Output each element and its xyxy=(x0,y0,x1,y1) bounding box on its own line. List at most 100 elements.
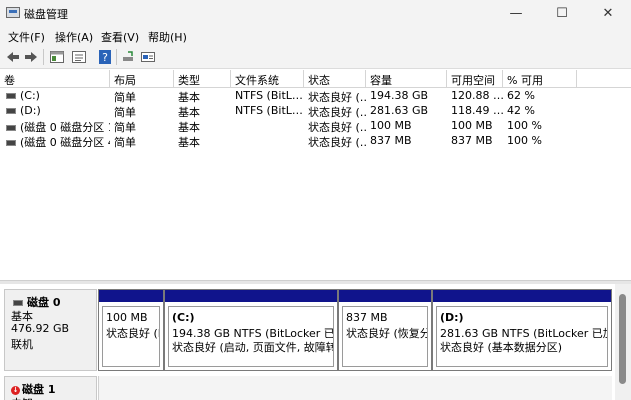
cell-status: 状态良好 (… xyxy=(308,136,366,148)
cell-capacity: 837 MB xyxy=(370,134,412,147)
cell-filesystem xyxy=(231,118,304,133)
partition-body: (C:) 194.38 GB NTFS (BitLocker 已加密) 状态良好… xyxy=(168,306,334,367)
partition-title: (C:) xyxy=(172,311,195,324)
forward-button[interactable] xyxy=(22,48,40,66)
minimize-button[interactable]: — xyxy=(493,0,539,26)
partition-bar xyxy=(339,290,431,302)
menu-file[interactable]: 文件(F) xyxy=(8,29,45,45)
cell-free-space: 120.88 … xyxy=(451,89,503,102)
partition-size: 100 MB xyxy=(106,311,148,324)
disk-0-name: 磁盘 0 xyxy=(11,294,96,309)
menu-view[interactable]: 查看(V) xyxy=(101,29,139,45)
cell-free-space: 118.49 … xyxy=(451,104,503,117)
partition-bar xyxy=(433,290,611,302)
partition-c[interactable]: (C:) 194.38 GB NTFS (BitLocker 已加密) 状态良好… xyxy=(164,289,338,371)
volume-icon xyxy=(6,92,16,99)
scrollbar-thumb[interactable] xyxy=(619,294,626,384)
cell-status: 状态良好 (… xyxy=(308,106,366,118)
disk-0-status: 联机 xyxy=(11,338,33,351)
help-icon: ? xyxy=(99,50,111,64)
table-row[interactable]: (D:) 简单 基本 NTFS (BitL… 状态良好 (… 281.63 GB… xyxy=(0,103,631,118)
cell-status: 状态良好 (… xyxy=(308,91,366,103)
partition-status: 状态良好 (基本数据分区) xyxy=(440,341,563,354)
cell-volume: (D:) xyxy=(0,103,110,118)
maximize-button[interactable]: ☐ xyxy=(539,0,585,26)
column-header-free-space[interactable]: 可用空间 xyxy=(447,70,503,88)
column-header-capacity[interactable]: 容量 xyxy=(366,70,447,88)
menu-bar: 文件(F) 操作(A) 查看(V) 帮助(H) xyxy=(0,26,631,45)
cell-volume: (磁盘 0 磁盘分区 1) xyxy=(0,118,110,133)
cell-status: 状态良好 (… xyxy=(308,121,366,133)
cell-layout: 简单 xyxy=(114,106,136,118)
properties-button[interactable] xyxy=(70,48,88,66)
disk-icon xyxy=(13,299,23,306)
table-row[interactable]: (磁盘 0 磁盘分区 1) 简单 基本 状态良好 (… 100 MB 100 M… xyxy=(0,118,631,133)
column-header-percent-free[interactable]: % 可用 xyxy=(503,70,577,88)
partition-status: 状态良好 (恢复分区 xyxy=(346,327,427,340)
arrow-right-icon xyxy=(25,52,37,62)
disk-0-partitions: 100 MB 状态良好 (E (C:) 194.38 GB NTFS (BitL… xyxy=(98,289,612,371)
volume-list: 卷 布局 类型 文件系统 状态 容量 可用空间 % 可用 (C:) 简单 基本 … xyxy=(0,70,631,280)
cell-layout: 简单 xyxy=(114,121,136,133)
cell-filesystem: NTFS (BitL… xyxy=(235,104,303,117)
cell-percent-free: 62 % xyxy=(507,89,535,102)
partition-bar xyxy=(165,290,337,302)
back-button[interactable] xyxy=(4,48,22,66)
cell-percent-free: 42 % xyxy=(507,104,535,117)
cell-layout: 简单 xyxy=(114,91,136,103)
toolbar-separator xyxy=(116,49,117,65)
partition-status: 状态良好 (E xyxy=(106,327,160,340)
cell-type: 基本 xyxy=(178,121,200,133)
column-header-status[interactable]: 状态 xyxy=(304,70,366,88)
cell-filesystem: NTFS (BitL… xyxy=(235,89,303,102)
cell-capacity: 194.38 GB xyxy=(370,89,429,102)
partition-efi[interactable]: 100 MB 状态良好 (E xyxy=(98,289,164,371)
disk-graphical-view: 磁盘 0 基本 476.92 GB 联机 100 MB 状态良好 (E (C:)… xyxy=(0,284,631,400)
partition-d[interactable]: (D:) 281.63 GB NTFS (BitLocker 已加密) 状态良好… xyxy=(432,289,612,371)
partition-recovery[interactable]: 837 MB 状态良好 (恢复分区 xyxy=(338,289,432,371)
partition-title: (D:) xyxy=(440,311,464,324)
partition-body: 100 MB 状态良好 (E xyxy=(102,306,160,367)
partition-size: 281.63 GB NTFS (BitLocker 已加密) xyxy=(440,327,607,340)
close-button[interactable]: ✕ xyxy=(585,0,631,26)
disk-0-size: 476.92 GB xyxy=(11,322,70,335)
connect-disk-button[interactable] xyxy=(120,48,138,66)
disk-0-type: 基本 xyxy=(11,310,33,323)
cell-type: 基本 xyxy=(178,91,200,103)
disk-management-icon xyxy=(6,7,20,18)
column-header-type[interactable]: 类型 xyxy=(174,70,231,88)
column-header-layout[interactable]: 布局 xyxy=(110,70,174,88)
console-tree-icon xyxy=(50,51,64,63)
settings-button[interactable] xyxy=(139,48,157,66)
table-row[interactable]: (磁盘 0 磁盘分区 4) 简单 基本 状态良好 (… 837 MB 837 M… xyxy=(0,133,631,148)
cell-free-space: 837 MB xyxy=(451,134,493,147)
partition-body: (D:) 281.63 GB NTFS (BitLocker 已加密) 状态良好… xyxy=(436,306,608,367)
volume-icon xyxy=(6,107,16,114)
toolbar: ? xyxy=(0,45,631,69)
menu-action[interactable]: 操作(A) xyxy=(55,29,93,45)
vertical-scrollbar[interactable] xyxy=(615,284,631,400)
title-bar: 磁盘管理 — ☐ ✕ xyxy=(0,0,631,26)
cell-volume: (C:) xyxy=(0,88,110,103)
disk-1-label[interactable]: ↓磁盘 1 未知 xyxy=(4,376,97,400)
cell-type: 基本 xyxy=(178,106,200,118)
disk-1-partitions xyxy=(98,376,612,400)
cell-percent-free: 100 % xyxy=(507,134,542,147)
console-tree-button[interactable] xyxy=(48,48,66,66)
volume-icon xyxy=(6,139,16,146)
disk-0-label[interactable]: 磁盘 0 基本 476.92 GB 联机 xyxy=(4,289,97,371)
list-header: 卷 布局 类型 文件系统 状态 容量 可用空间 % 可用 xyxy=(0,70,631,88)
properties-icon xyxy=(72,51,86,63)
column-header-volume[interactable]: 卷 xyxy=(0,70,110,88)
partition-size: 194.38 GB NTFS (BitLocker 已加密) xyxy=(172,327,334,340)
column-header-filesystem[interactable]: 文件系统 xyxy=(231,70,304,88)
cell-layout: 简单 xyxy=(114,136,136,148)
help-button[interactable]: ? xyxy=(96,48,114,66)
disk-settings-icon xyxy=(141,52,155,62)
volume-icon xyxy=(6,124,16,131)
cell-percent-free: 100 % xyxy=(507,119,542,132)
disk-1-name: ↓ 磁盘 1 xyxy=(11,383,56,396)
menu-help[interactable]: 帮助(H) xyxy=(148,29,187,45)
table-row[interactable]: (C:) 简单 基本 NTFS (BitL… 状态良好 (… 194.38 GB… xyxy=(0,88,631,103)
partition-status: 状态良好 (启动, 页面文件, 故障转储, xyxy=(172,341,334,354)
